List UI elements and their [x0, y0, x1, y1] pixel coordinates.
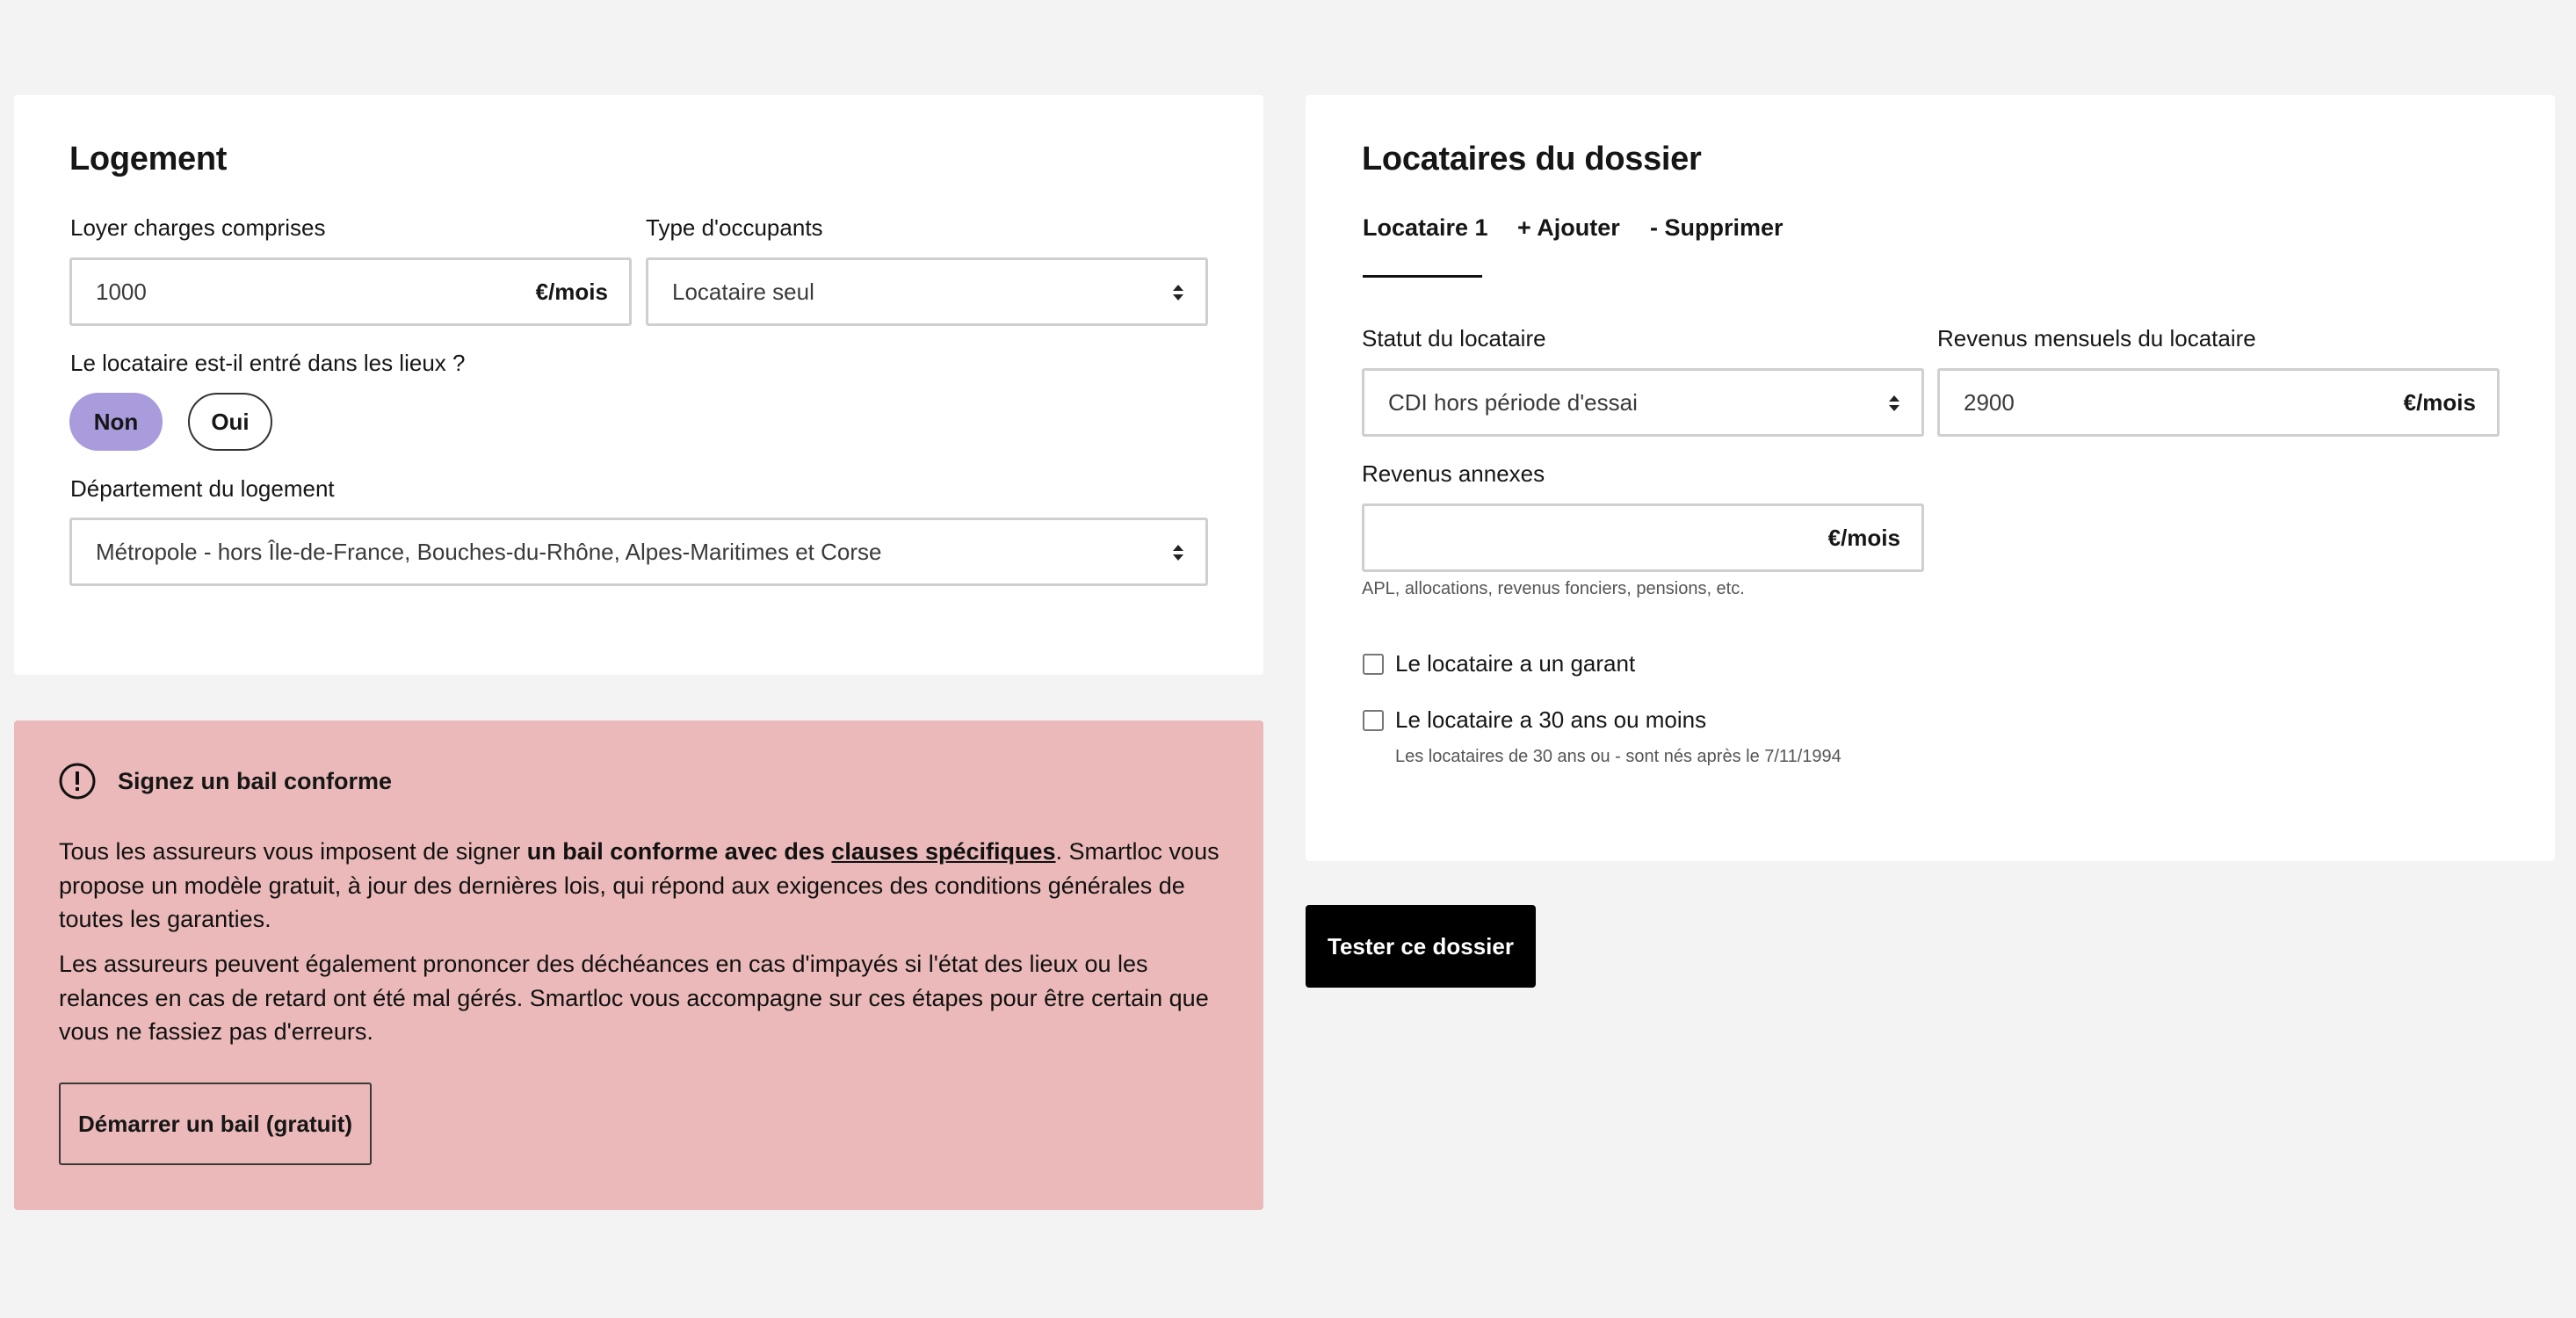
locataires-title: Locataires du dossier: [1362, 141, 1702, 177]
clauses-link[interactable]: clauses spécifiques: [831, 838, 1055, 865]
departement-label: Département du logement: [70, 475, 335, 502]
age-hint: Les locataires de 30 ans ou - sont nés a…: [1395, 747, 1842, 766]
revenus-value: 2900: [1964, 389, 2015, 416]
loyer-value: 1000: [96, 279, 147, 305]
type-occupants-label: Type d'occupants: [646, 214, 823, 241]
bail-alert: Signez un bail conforme Tous les assureu…: [14, 721, 1263, 1210]
alert-paragraph-1: Tous les assureurs vous imposent de sign…: [59, 835, 1236, 937]
loyer-input[interactable]: 1000 €/mois: [69, 257, 632, 326]
age-label: Le locataire a 30 ans ou moins: [1395, 706, 1707, 733]
loyer-label: Loyer charges comprises: [70, 214, 326, 241]
departement-value: Métropole - hors Île-de-France, Bouches-…: [96, 539, 882, 565]
statut-value: CDI hors période d'essai: [1388, 389, 1638, 416]
annexes-hint: APL, allocations, revenus fonciers, pens…: [1362, 579, 1745, 598]
logement-card: Logement Loyer charges comprises 1000 €/…: [14, 95, 1263, 675]
type-occupants-select[interactable]: Locataire seul: [646, 257, 1208, 326]
entre-oui-button[interactable]: Oui: [188, 393, 272, 451]
garant-label: Le locataire a un garant: [1395, 650, 1636, 677]
departement-select[interactable]: Métropole - hors Île-de-France, Bouches-…: [69, 518, 1208, 586]
revenus-input[interactable]: 2900 €/mois: [1937, 368, 2500, 437]
revenus-unit: €/mois: [2403, 389, 2476, 416]
entre-question: Le locataire est-il entré dans les lieux…: [70, 350, 466, 376]
annexes-label: Revenus annexes: [1362, 460, 1545, 487]
age-checkbox[interactable]: [1363, 710, 1384, 731]
alert-title: Signez un bail conforme: [118, 768, 393, 794]
alert-p1-bold: un bail conforme avec des: [526, 838, 832, 865]
remove-tenant-tab[interactable]: - Supprimer: [1650, 214, 1784, 242]
add-tenant-tab[interactable]: + Ajouter: [1517, 214, 1620, 242]
alert-paragraph-2: Les assureurs peuvent également prononce…: [59, 951, 1209, 1045]
annexes-unit: €/mois: [1827, 525, 1900, 551]
start-lease-button[interactable]: Démarrer un bail (gratuit): [59, 1083, 372, 1165]
annexes-input[interactable]: €/mois: [1362, 503, 1924, 572]
select-arrows-icon: [1889, 395, 1899, 411]
select-arrows-icon: [1173, 545, 1183, 561]
locataires-card: Locataires du dossier Locataire 1 + Ajou…: [1306, 95, 2555, 861]
entre-non-button[interactable]: Non: [69, 393, 163, 451]
statut-select[interactable]: CDI hors période d'essai: [1362, 368, 1924, 437]
loyer-unit: €/mois: [535, 279, 608, 305]
logement-title: Logement: [69, 141, 228, 177]
active-tab-indicator: [1363, 275, 1482, 278]
statut-label: Statut du locataire: [1362, 325, 1546, 351]
warning-circle-icon: [59, 763, 96, 800]
revenus-label: Revenus mensuels du locataire: [1937, 325, 2256, 351]
test-dossier-button[interactable]: Tester ce dossier: [1306, 905, 1536, 988]
type-occupants-value: Locataire seul: [672, 279, 814, 305]
tab-locataire-1[interactable]: Locataire 1: [1363, 214, 1488, 242]
alert-p1-text: Tous les assureurs vous imposent de sign…: [59, 838, 527, 865]
select-arrows-icon: [1173, 285, 1183, 301]
garant-checkbox[interactable]: [1363, 654, 1384, 675]
